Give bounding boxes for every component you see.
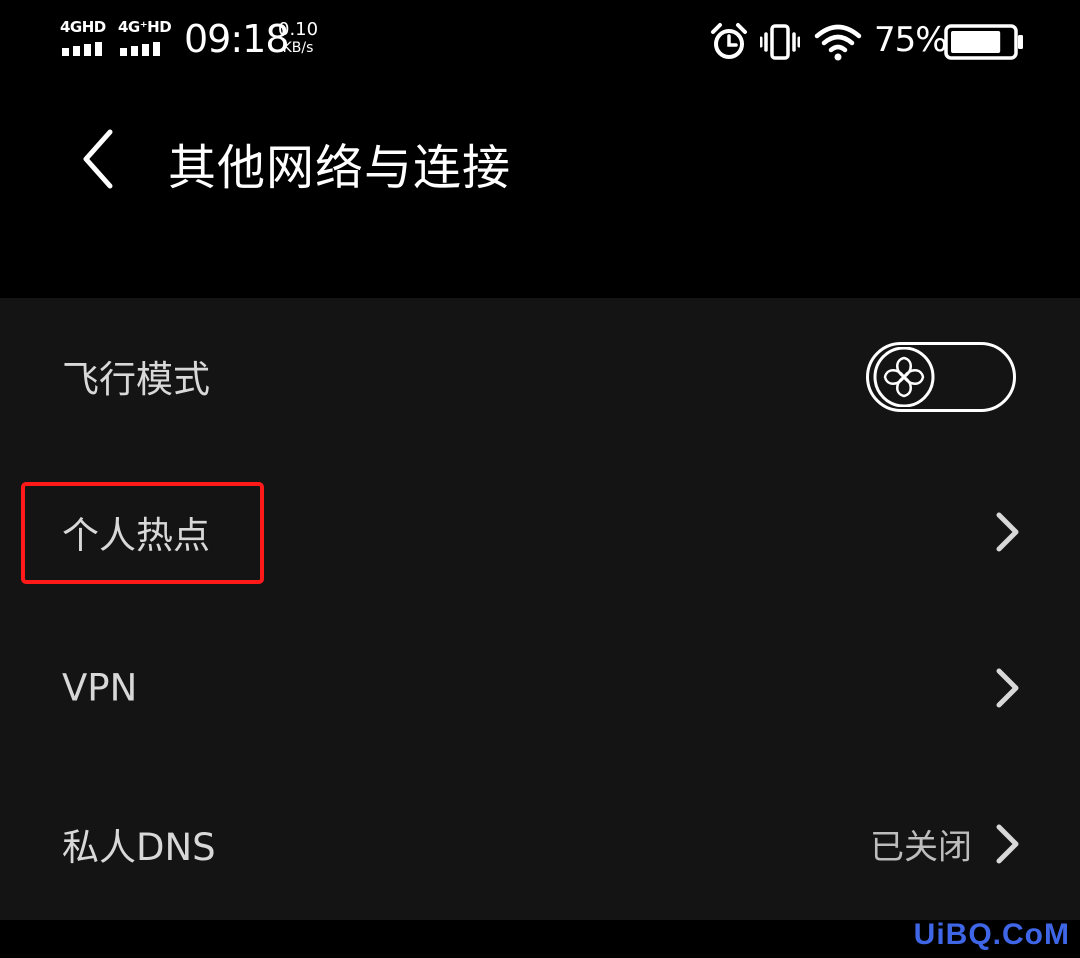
battery-percentage: 75%	[874, 20, 948, 60]
network-speed-unit: KB/s	[282, 40, 314, 56]
battery-level-fill	[951, 31, 1001, 53]
settings-list: 飞行模式 个人热点 VPN 私人DNS 已关闭	[0, 298, 1080, 920]
wifi-icon	[814, 24, 862, 61]
setting-vpn[interactable]: VPN	[0, 610, 1080, 766]
private-dns-value: 已关闭	[870, 827, 972, 868]
status-bar: 4GHD 4G⁺HD 09:18 0.10 KB/s 75%	[0, 0, 1080, 90]
chevron-right-icon	[996, 668, 1019, 708]
airplane-mode-label: 飞行模式	[62, 358, 210, 401]
setting-private-dns[interactable]: 私人DNS 已关闭	[0, 766, 1080, 922]
airplane-mode-toggle[interactable]	[866, 342, 1016, 412]
vibrate-icon	[760, 24, 800, 60]
back-button[interactable]	[70, 124, 130, 194]
setting-airplane-mode[interactable]: 飞行模式	[0, 298, 1080, 454]
setting-personal-hotspot[interactable]: 个人热点	[0, 454, 1080, 610]
chevron-right-icon	[996, 512, 1019, 552]
clock: 09:18	[184, 17, 290, 61]
battery-icon	[944, 24, 1023, 60]
personal-hotspot-label: 个人热点	[62, 514, 210, 557]
private-dns-label: 私人DNS	[62, 826, 216, 869]
chevron-right-icon	[996, 824, 1019, 864]
page-title: 其他网络与连接	[168, 140, 512, 196]
signal-2-label: 4G⁺HD	[118, 18, 172, 36]
vpn-label: VPN	[62, 666, 138, 710]
signal-icon	[62, 42, 102, 56]
network-speed: 0.10 KB/s	[278, 20, 318, 58]
watermark: UiBQ.CoM	[913, 918, 1070, 951]
network-speed-value: 0.10	[278, 19, 319, 40]
signal-icon	[120, 42, 160, 56]
back-arrow-icon	[83, 129, 113, 189]
alarm-icon	[711, 23, 747, 59]
signal-1-label: 4GHD	[60, 18, 106, 36]
clover-icon	[873, 347, 935, 407]
screen: 4GHD 4G⁺HD 09:18 0.10 KB/s 75% 其他网络与连接 飞…	[0, 0, 1080, 958]
app-header: 其他网络与连接	[0, 90, 1080, 298]
